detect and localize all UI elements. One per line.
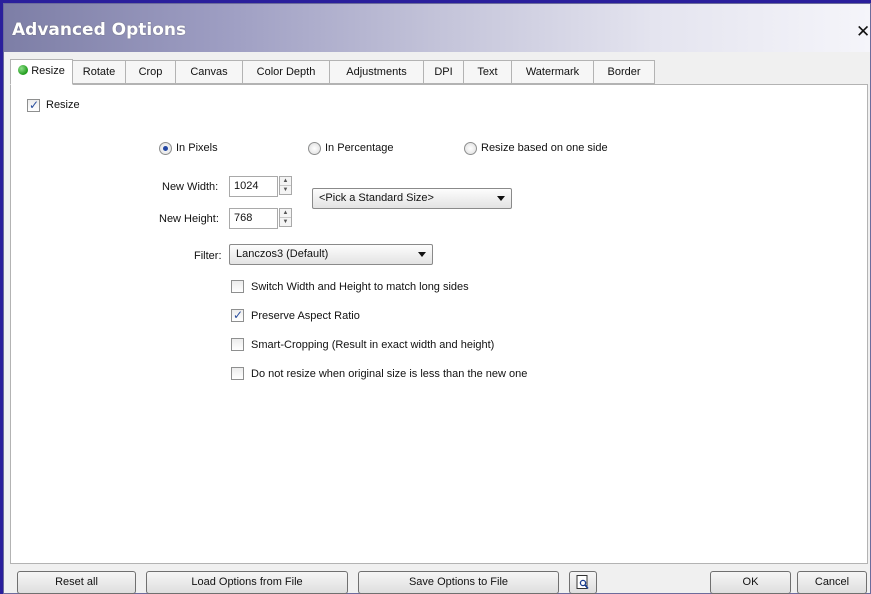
new-width-stepper[interactable]: ▲ ▼ bbox=[279, 176, 292, 195]
stepper-down-icon[interactable]: ▼ bbox=[280, 218, 291, 226]
in-pixels-radio[interactable] bbox=[159, 142, 172, 155]
resize-one-side-label: Resize based on one side bbox=[481, 142, 608, 154]
dialog-title: Advanced Options bbox=[12, 20, 187, 40]
ok-button[interactable]: OK bbox=[710, 571, 791, 594]
in-pixels-label: In Pixels bbox=[176, 142, 218, 154]
preserve-aspect-ratio-label: Preserve Aspect Ratio bbox=[251, 310, 360, 322]
stepper-up-icon[interactable]: ▲ bbox=[280, 209, 291, 218]
new-width-input[interactable]: 1024 bbox=[229, 176, 278, 197]
resize-one-side-radio[interactable] bbox=[464, 142, 477, 155]
new-height-stepper[interactable]: ▲ ▼ bbox=[279, 208, 292, 227]
no-upscale-checkbox[interactable] bbox=[231, 367, 244, 380]
cancel-button[interactable]: Cancel bbox=[797, 571, 867, 594]
active-indicator-icon bbox=[18, 65, 29, 75]
tab-canvas[interactable]: Canvas bbox=[176, 60, 243, 84]
chevron-down-icon bbox=[497, 196, 505, 201]
tab-watermark[interactable]: Watermark bbox=[512, 60, 594, 84]
resize-checkbox-label: Resize bbox=[46, 99, 80, 111]
tab-resize[interactable]: Resize bbox=[10, 59, 73, 85]
close-icon: ✕ bbox=[856, 22, 870, 42]
new-height-input[interactable]: 768 bbox=[229, 208, 278, 229]
filter-label: Filter: bbox=[194, 250, 222, 262]
smart-cropping-label: Smart-Cropping (Result in exact width an… bbox=[251, 339, 495, 351]
new-width-label: New Width: bbox=[162, 181, 219, 193]
preserve-aspect-ratio-checkbox[interactable] bbox=[231, 308, 244, 322]
new-height-label: New Height: bbox=[159, 213, 219, 225]
options-tabs: Resize Rotate Crop Canvas Color Depth Ad… bbox=[10, 59, 655, 85]
tab-color-depth[interactable]: Color Depth bbox=[243, 60, 330, 84]
advanced-options-dialog: Advanced Options ✕ Resize Rotate Crop Ca… bbox=[3, 3, 871, 594]
switch-width-height-label: Switch Width and Height to match long si… bbox=[251, 281, 469, 293]
load-options-button[interactable]: Load Options from File bbox=[146, 571, 348, 594]
close-button[interactable]: ✕ bbox=[856, 22, 870, 42]
smart-cropping-checkbox[interactable] bbox=[231, 338, 244, 351]
in-percentage-radio[interactable] bbox=[308, 142, 321, 155]
in-percentage-label: In Percentage bbox=[325, 142, 394, 154]
no-upscale-label: Do not resize when original size is less… bbox=[251, 368, 528, 380]
tab-border[interactable]: Border bbox=[594, 60, 655, 84]
standard-size-select[interactable]: <Pick a Standard Size> bbox=[312, 188, 512, 209]
title-bar: Advanced Options ✕ bbox=[4, 4, 870, 52]
tab-rotate[interactable]: Rotate bbox=[73, 60, 126, 84]
preview-button[interactable] bbox=[569, 571, 597, 594]
filter-select[interactable]: Lanczos3 (Default) bbox=[229, 244, 433, 265]
preview-icon bbox=[576, 574, 589, 589]
resize-checkbox[interactable] bbox=[27, 98, 40, 112]
tab-text[interactable]: Text bbox=[464, 60, 512, 84]
stepper-up-icon[interactable]: ▲ bbox=[280, 177, 291, 186]
stepper-down-icon[interactable]: ▼ bbox=[280, 186, 291, 194]
chevron-down-icon bbox=[418, 252, 426, 257]
resize-panel: Resize In Pixels In Percentage Resize ba… bbox=[10, 84, 868, 564]
save-options-button[interactable]: Save Options to File bbox=[358, 571, 559, 594]
tab-crop[interactable]: Crop bbox=[126, 60, 176, 84]
switch-width-height-checkbox[interactable] bbox=[231, 280, 244, 293]
reset-all-button[interactable]: Reset all bbox=[17, 571, 136, 594]
tab-dpi[interactable]: DPI bbox=[424, 60, 464, 84]
tab-adjustments[interactable]: Adjustments bbox=[330, 60, 424, 84]
